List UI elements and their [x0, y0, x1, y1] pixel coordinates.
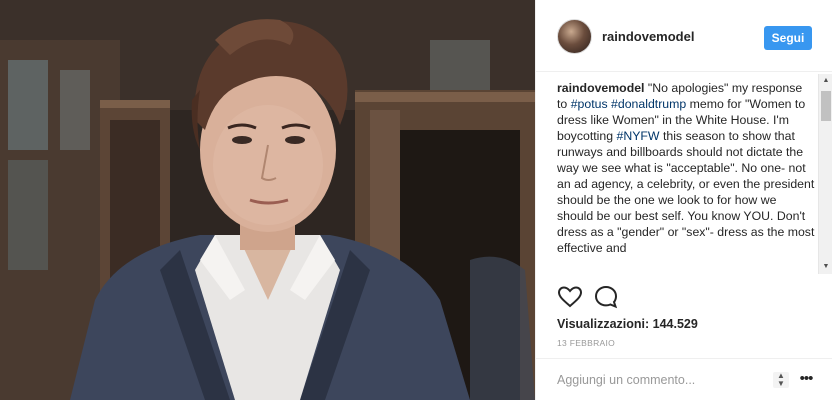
follow-button[interactable]: Segui	[764, 26, 812, 50]
resize-stepper-icon[interactable]: ▲ ▼	[773, 372, 789, 388]
scroll-down-arrow-icon[interactable]: ▼	[819, 260, 832, 274]
more-options-icon[interactable]: •••	[798, 371, 814, 388]
hashtag-link[interactable]: #donaldtrump	[611, 97, 686, 111]
scroll-up-arrow-icon[interactable]: ▲	[819, 74, 832, 88]
heart-icon[interactable]	[557, 284, 583, 310]
hashtag-link[interactable]: #NYFW	[616, 129, 659, 143]
post-date[interactable]: 13 FEBBRAIO	[557, 338, 615, 348]
post-media-image	[0, 0, 535, 400]
caption-scrollbar[interactable]: ▲ ▼	[818, 74, 832, 274]
comment-bubble-icon[interactable]	[593, 284, 619, 310]
post-details-panel: raindovemodel Segui raindovemodel "No ap…	[535, 0, 832, 400]
scrollbar-thumb[interactable]	[821, 91, 831, 121]
hashtag-link[interactable]: #potus	[571, 97, 608, 111]
caption-container: raindovemodel "No apologies" my response…	[557, 80, 815, 275]
post-header: raindovemodel Segui	[536, 0, 832, 72]
caption-text: this season to show that runways and bil…	[557, 129, 815, 255]
view-count: Visualizzazioni: 144.529	[557, 317, 698, 331]
avatar[interactable]	[557, 19, 592, 54]
header-username-link[interactable]: raindovemodel	[602, 29, 694, 44]
comment-bar: ▲▼ •••	[536, 358, 832, 400]
post-video[interactable]	[0, 0, 535, 400]
caption-username-link[interactable]: raindovemodel	[557, 81, 644, 95]
post-caption: raindovemodel "No apologies" my response…	[557, 80, 815, 256]
comment-input[interactable]	[557, 371, 767, 389]
post-actions	[557, 284, 619, 310]
